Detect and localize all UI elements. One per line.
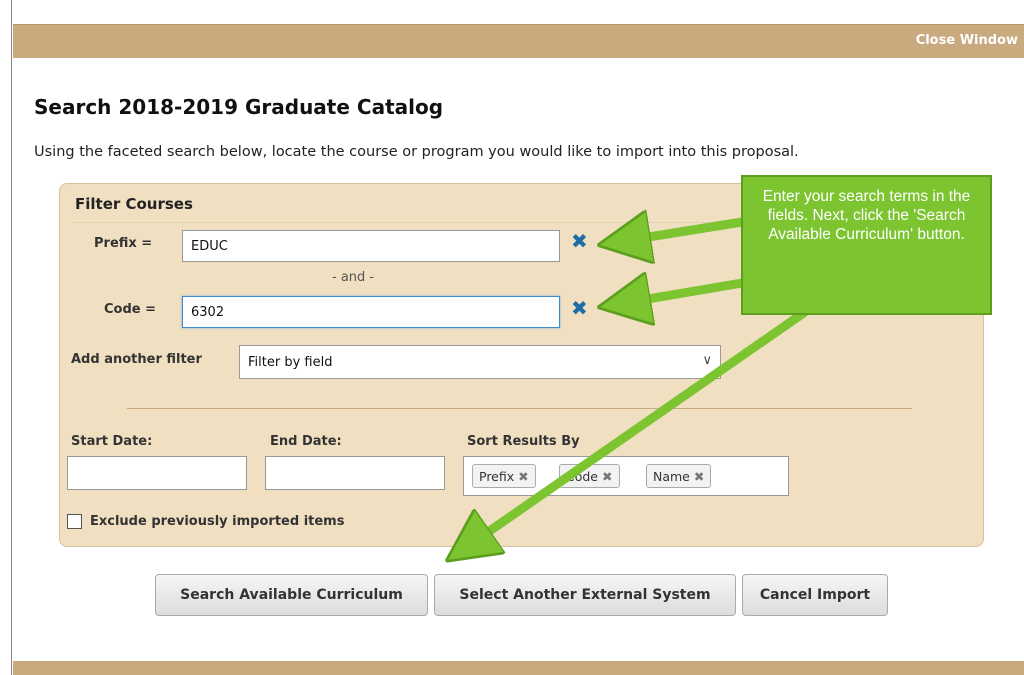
remove-x-icon[interactable]: ✖ — [518, 469, 528, 484]
start-date-label: Start Date: — [71, 434, 153, 449]
prefix-label: Prefix = — [94, 236, 153, 251]
filter-divider — [127, 408, 912, 409]
sort-tag-code-label: Code — [566, 469, 599, 484]
code-label: Code = — [104, 302, 157, 317]
sort-results-label: Sort Results By — [467, 434, 580, 449]
prefix-input[interactable] — [182, 230, 560, 262]
search-available-curriculum-button[interactable]: Search Available Curriculum — [155, 574, 428, 616]
add-filter-selected-value: Filter by field — [248, 355, 333, 370]
add-filter-select[interactable]: Filter by field ∨ — [239, 345, 721, 379]
exclude-imported-label: Exclude previously imported items — [90, 514, 345, 529]
sort-tag-name-label: Name — [653, 469, 690, 484]
and-separator: - and - — [332, 270, 375, 285]
modal-footer-bar — [13, 661, 1024, 675]
sort-tag-name[interactable]: Name ✖ — [646, 464, 712, 488]
modal-titlebar: Close Window — [13, 24, 1024, 58]
instruction-callout: Enter your search terms in the fields. N… — [741, 175, 992, 315]
sort-tag-prefix[interactable]: Prefix ✖ — [472, 464, 536, 488]
prefix-clear-x-icon[interactable]: ✖ — [571, 229, 588, 253]
add-filter-label: Add another filter — [71, 352, 202, 367]
remove-x-icon[interactable]: ✖ — [694, 469, 704, 484]
left-edge — [0, 0, 12, 675]
cancel-import-button[interactable]: Cancel Import — [742, 574, 888, 616]
end-date-input[interactable] — [265, 456, 445, 490]
sort-results-box[interactable]: Prefix ✖ Code ✖ Name ✖ — [463, 456, 789, 496]
intro-text: Using the faceted search below, locate t… — [34, 144, 799, 160]
filter-panel-title: Filter Courses — [75, 195, 193, 213]
code-clear-x-icon[interactable]: ✖ — [571, 296, 588, 320]
screenshot-frame: Close Window Search 2018-2019 Graduate C… — [0, 0, 1024, 675]
code-input[interactable] — [182, 296, 560, 328]
page-title: Search 2018-2019 Graduate Catalog — [34, 95, 444, 119]
remove-x-icon[interactable]: ✖ — [602, 469, 612, 484]
sort-tag-code[interactable]: Code ✖ — [559, 464, 620, 488]
chevron-down-icon: ∨ — [702, 353, 712, 368]
select-another-external-system-button[interactable]: Select Another External System — [434, 574, 736, 616]
close-window-link[interactable]: Close Window — [916, 33, 1018, 48]
start-date-input[interactable] — [67, 456, 247, 490]
sort-tag-prefix-label: Prefix — [479, 469, 515, 484]
end-date-label: End Date: — [270, 434, 342, 449]
exclude-imported-checkbox[interactable] — [67, 514, 82, 529]
